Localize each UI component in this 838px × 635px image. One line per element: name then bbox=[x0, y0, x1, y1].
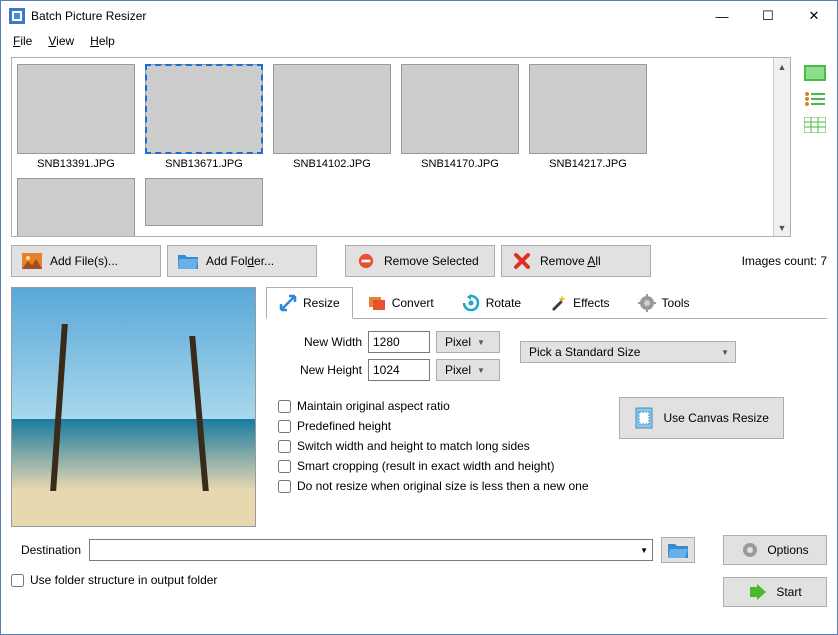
new-width-label: New Width bbox=[272, 335, 362, 349]
app-icon bbox=[9, 8, 25, 24]
standard-size-combo[interactable]: Pick a Standard Size▼ bbox=[520, 341, 736, 363]
view-mode-icons bbox=[801, 57, 829, 241]
window-title: Batch Picture Resizer bbox=[31, 9, 699, 23]
thumbnail-image bbox=[145, 178, 263, 226]
resize-icon bbox=[279, 294, 297, 312]
remove-icon bbox=[356, 253, 376, 269]
thumbnail-item[interactable]: SNB14217-2.jpg bbox=[16, 178, 136, 236]
thumbnail-label: SNB13671.JPG bbox=[165, 158, 243, 170]
chevron-down-icon: ▼ bbox=[640, 546, 648, 555]
new-height-input[interactable] bbox=[368, 359, 430, 381]
folder-icon bbox=[178, 253, 198, 269]
new-width-input[interactable] bbox=[368, 331, 430, 353]
view-grid-icon[interactable] bbox=[803, 115, 827, 135]
browse-button[interactable] bbox=[661, 537, 695, 563]
destination-combo[interactable]: ▼ bbox=[89, 539, 653, 561]
convert-icon bbox=[368, 294, 386, 312]
use-folder-structure-checkbox[interactable]: Use folder structure in output folder bbox=[11, 573, 217, 587]
destination-label: Destination bbox=[11, 543, 81, 557]
switch-wh-checkbox[interactable]: Switch width and height to match long si… bbox=[278, 439, 589, 453]
thumbnail-image bbox=[273, 64, 391, 154]
preview-image bbox=[11, 287, 256, 527]
menu-help[interactable]: Help bbox=[84, 32, 121, 50]
close-button[interactable]: ✕ bbox=[791, 1, 837, 31]
thumbnail-image bbox=[17, 64, 135, 154]
tab-rotate[interactable]: Rotate bbox=[449, 287, 534, 319]
tab-effects[interactable]: Effects bbox=[536, 287, 622, 319]
smart-crop-checkbox[interactable]: Smart cropping (result in exact width an… bbox=[278, 459, 589, 473]
chevron-down-icon: ▼ bbox=[477, 338, 485, 347]
thumbnail-item[interactable] bbox=[144, 178, 264, 236]
scroll-up-icon[interactable]: ▲ bbox=[774, 58, 790, 75]
thumbnail-area: SNB13391.JPG SNB13671.JPG SNB14102.JPG S… bbox=[11, 57, 791, 237]
folder-open-icon bbox=[668, 542, 688, 558]
play-icon bbox=[748, 584, 768, 600]
thumbnail-item[interactable]: SNB14217.JPG bbox=[528, 64, 648, 170]
thumbnail-image bbox=[17, 178, 135, 236]
menu-view[interactable]: View bbox=[42, 32, 80, 50]
view-thumbnails-icon[interactable] bbox=[803, 63, 827, 83]
chevron-down-icon: ▼ bbox=[721, 348, 729, 357]
remove-selected-button[interactable]: Remove Selected bbox=[345, 245, 495, 277]
thumbnail-image bbox=[529, 64, 647, 154]
tools-icon bbox=[638, 294, 656, 312]
delete-icon bbox=[512, 253, 532, 269]
options-button[interactable]: Options bbox=[723, 535, 827, 565]
maximize-button[interactable]: ☐ bbox=[745, 1, 791, 31]
scroll-down-icon[interactable]: ▼ bbox=[774, 219, 790, 236]
view-list-icon[interactable] bbox=[803, 89, 827, 109]
add-folder-label: Add Folder... bbox=[206, 254, 274, 268]
predefined-height-checkbox[interactable]: Predefined height bbox=[278, 419, 589, 433]
tab-convert[interactable]: Convert bbox=[355, 287, 447, 319]
new-height-label: New Height bbox=[272, 363, 362, 377]
thumbnail-image bbox=[145, 64, 263, 154]
tab-content: New Width Pixel▼ New Height Pixel▼ Pick … bbox=[266, 318, 827, 505]
thumbnail-label: SNB14170.JPG bbox=[421, 158, 499, 170]
add-folder-button[interactable]: Add Folder... bbox=[167, 245, 317, 277]
tab-tools[interactable]: Tools bbox=[625, 287, 703, 319]
thumbnail-label: SNB14217.JPG bbox=[549, 158, 627, 170]
effects-icon bbox=[549, 294, 567, 312]
rotate-icon bbox=[462, 294, 480, 312]
no-resize-checkbox[interactable]: Do not resize when original size is less… bbox=[278, 479, 589, 493]
remove-all-button[interactable]: Remove All bbox=[501, 245, 651, 277]
add-files-label: Add File(s)... bbox=[50, 254, 118, 268]
tabstrip: Resize Convert Rotate Effects Tools bbox=[266, 287, 827, 319]
add-files-button[interactable]: Add File(s)... bbox=[11, 245, 161, 277]
canvas-resize-button[interactable]: Use Canvas Resize bbox=[619, 397, 784, 439]
chevron-down-icon: ▼ bbox=[477, 366, 485, 375]
toolbar: Add File(s)... Add Folder... Remove Sele… bbox=[1, 241, 837, 281]
thumbnail-item[interactable]: SNB13671.JPG bbox=[144, 64, 264, 170]
width-unit-combo[interactable]: Pixel▼ bbox=[436, 331, 500, 353]
thumbnail-image bbox=[401, 64, 519, 154]
gear-icon bbox=[741, 541, 759, 559]
start-button[interactable]: Start bbox=[723, 577, 827, 607]
menubar: File View Help bbox=[1, 31, 837, 51]
thumbnail-label: SNB13391.JPG bbox=[37, 158, 115, 170]
thumbnail-item[interactable]: SNB14102.JPG bbox=[272, 64, 392, 170]
thumbnail-item[interactable]: SNB13391.JPG bbox=[16, 64, 136, 170]
photo-icon bbox=[22, 253, 42, 269]
images-count: Images count: 7 bbox=[742, 254, 827, 268]
remove-selected-label: Remove Selected bbox=[384, 254, 479, 268]
titlebar: Batch Picture Resizer — ☐ ✕ bbox=[1, 1, 837, 31]
tab-resize[interactable]: Resize bbox=[266, 287, 353, 319]
minimize-button[interactable]: — bbox=[699, 1, 745, 31]
maintain-ratio-checkbox[interactable]: Maintain original aspect ratio bbox=[278, 399, 589, 413]
thumbnail-item[interactable]: SNB14170.JPG bbox=[400, 64, 520, 170]
menu-file[interactable]: File bbox=[7, 32, 38, 50]
thumbnail-label: SNB14102.JPG bbox=[293, 158, 371, 170]
scrollbar[interactable]: ▲ ▼ bbox=[773, 58, 790, 236]
remove-all-label: Remove All bbox=[540, 254, 601, 268]
height-unit-combo[interactable]: Pixel▼ bbox=[436, 359, 500, 381]
canvas-icon bbox=[634, 406, 654, 430]
